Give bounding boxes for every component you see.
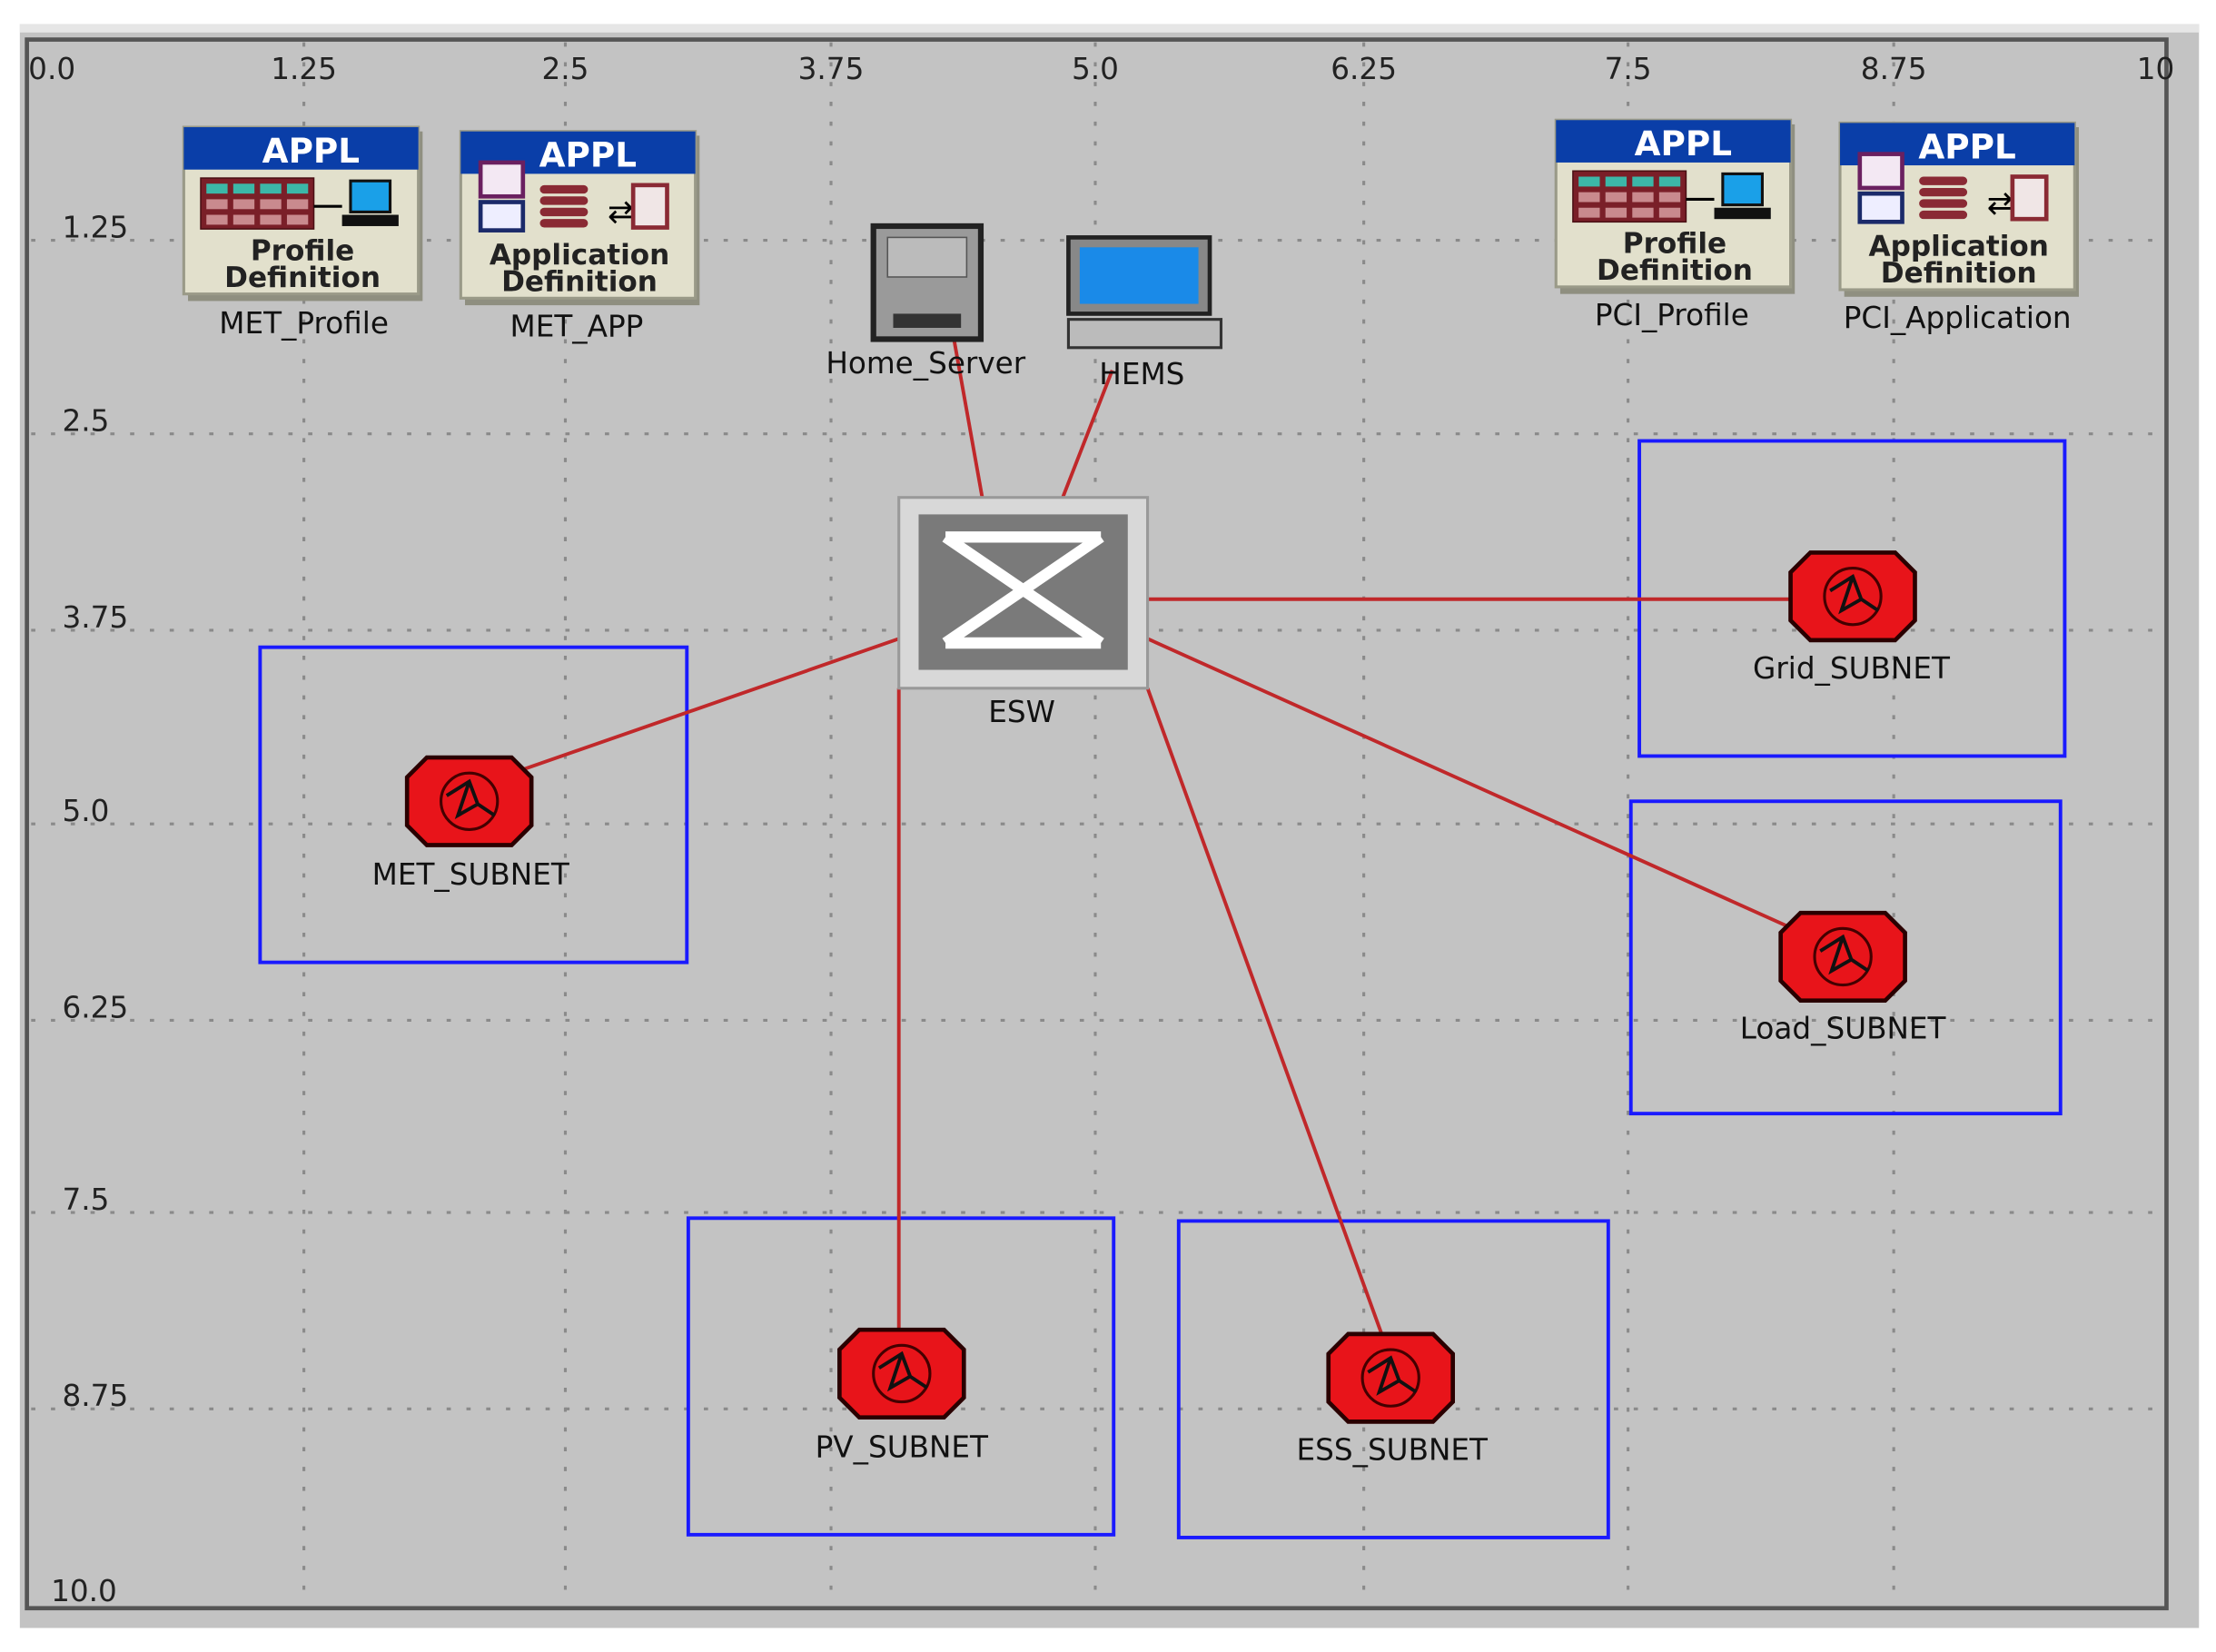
appl-badge: APPL (262, 131, 360, 171)
appl-line2: Definition (1597, 254, 1753, 287)
y-tick-label: 6.25 (63, 990, 129, 1024)
appl-badge: APPL (1635, 124, 1732, 163)
node-label: PCI_Application (1844, 301, 2072, 335)
x-tick-label: 0.0 (28, 52, 75, 86)
x-tick-label: 10 (2137, 52, 2175, 86)
y-tick-label: 7.5 (63, 1182, 110, 1217)
node-label: ESW (988, 695, 1055, 729)
node-label: PV_SUBNET (816, 1429, 989, 1464)
node-met_profile[interactable]: APPLProfileDefinitionMET_Profile (182, 125, 423, 341)
x-tick-label: 8.75 (1861, 52, 1927, 86)
node-label: Grid_SUBNET (1753, 651, 1951, 686)
appl-badge: APPL (539, 135, 637, 175)
x-tick-label: 2.5 (542, 52, 589, 86)
y-tick-label: 5.0 (63, 794, 110, 828)
y-tick-label: 1.25 (63, 210, 129, 244)
node-pv_subnet[interactable]: PV_SUBNET (816, 1327, 989, 1464)
y-tick-label: 3.75 (63, 600, 129, 635)
y-tick-label: 2.5 (63, 404, 110, 439)
node-label: HEMS (1099, 357, 1184, 391)
subnet-icon (837, 1327, 966, 1420)
subnet-icon (1326, 1331, 1456, 1424)
appl-line2: Definition (501, 266, 658, 299)
x-tick-label: 7.5 (1605, 52, 1652, 86)
server-icon (870, 223, 984, 342)
appl-line2: Definition (1881, 257, 2037, 290)
subnet-icon (1788, 550, 1917, 643)
x-tick-label: 3.75 (798, 52, 865, 86)
subnet-icon (1778, 910, 1907, 1004)
appl-badge: APPL (1918, 126, 2015, 166)
y-tick-label: 8.75 (63, 1379, 129, 1413)
node-label: Load_SUBNET (1740, 1012, 1947, 1046)
subnet-icon (404, 755, 534, 847)
node-pci_application[interactable]: APPL⇄ApplicationDefinitionPCI_Applicatio… (1838, 121, 2079, 335)
x-tick-label: 6.25 (1331, 52, 1397, 86)
appl-line2: Definition (224, 262, 381, 294)
workspace-top-edge (19, 24, 2200, 33)
svg-text:⇄: ⇄ (608, 193, 634, 230)
node-label: ESS_SUBNET (1297, 1432, 1489, 1467)
node-label: MET_SUBNET (372, 857, 570, 892)
y-tick-label: 10.0 (51, 1574, 117, 1608)
node-label: MET_Profile (219, 306, 389, 341)
workstation-icon (1066, 235, 1223, 350)
svg-text:⇄: ⇄ (1987, 185, 2013, 222)
x-tick-label: 1.25 (271, 52, 337, 86)
ethernet-switch-icon (897, 496, 1150, 690)
node-label: MET_APP (510, 309, 644, 343)
x-tick-label: 5.0 (1072, 52, 1119, 86)
node-label: PCI_Profile (1595, 298, 1749, 332)
network-topology-canvas[interactable]: 0.0 1.25 2.5 3.75 5.0 6.25 7.5 8.75 10 1.25 2.5 3.7… (0, 0, 2216, 1652)
node-label: Home_Server (826, 346, 1025, 381)
